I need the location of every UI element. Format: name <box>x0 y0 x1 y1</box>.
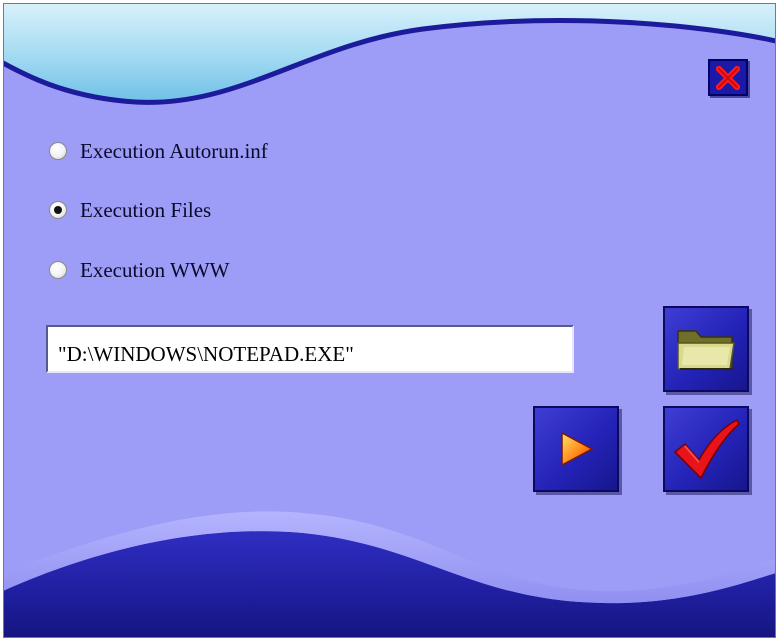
radio-button[interactable] <box>49 261 67 279</box>
radio-button[interactable] <box>49 201 67 219</box>
option-www[interactable]: Execution WWW <box>49 255 229 285</box>
radio-button[interactable] <box>49 142 67 160</box>
option-autorun[interactable]: Execution Autorun.inf <box>49 136 268 166</box>
play-arrow-icon <box>561 431 594 467</box>
option-www-label: Execution WWW <box>80 257 230 282</box>
checkmark-icon <box>673 418 740 480</box>
folder-icon <box>677 330 735 370</box>
option-files-label: Execution Files <box>80 197 212 222</box>
browse-button[interactable] <box>663 306 749 392</box>
option-files[interactable]: Execution Files <box>49 195 211 225</box>
ok-button[interactable] <box>663 406 749 492</box>
autorun-dialog: Execution Autorun.inf Execution Files Ex… <box>3 3 776 638</box>
radio-dot <box>54 206 62 214</box>
wave-decoration <box>3 3 776 638</box>
close-button[interactable] <box>708 59 748 96</box>
x-icon <box>716 65 740 90</box>
path-input[interactable] <box>46 325 574 373</box>
option-autorun-label: Execution Autorun.inf <box>80 138 268 163</box>
run-button[interactable] <box>533 406 619 492</box>
